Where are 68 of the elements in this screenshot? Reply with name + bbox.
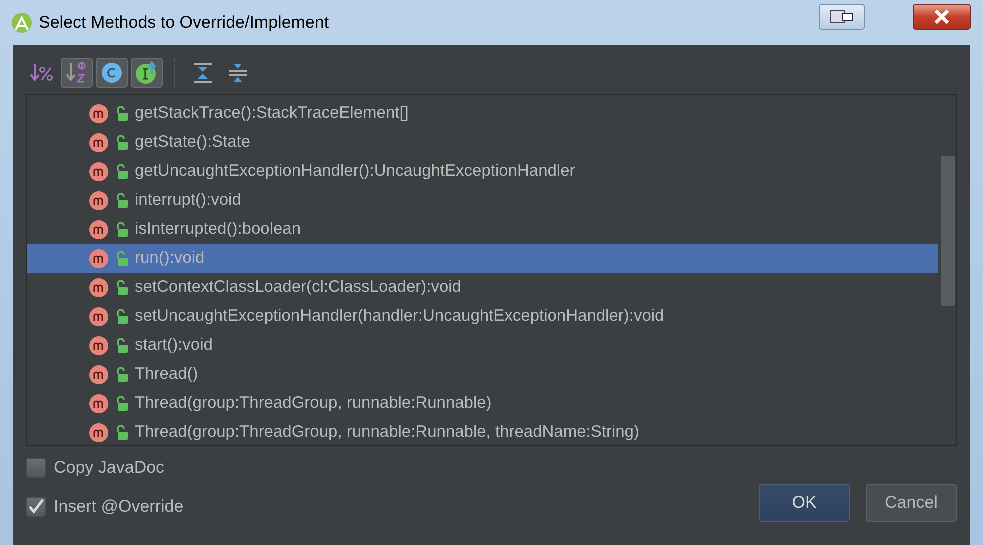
unlocked-icon [115,192,129,208]
method-icon [89,278,109,298]
method-item[interactable]: setContextClassLoader(cl:ClassLoader):void [27,273,938,302]
method-item[interactable]: Thread(group:ThreadGroup, runnable:Runnable) [27,389,938,418]
method-label: setUncaughtExceptionHandler(handler:UncaughtExceptionHandler):void [135,307,664,326]
method-icon [89,132,109,152]
unlocked-icon [115,250,129,266]
cancel-button[interactable]: Cancel [866,484,957,522]
method-item[interactable]: Thread(group:ThreadGroup, runnable:Runnable, threadName:String) [27,418,938,445]
method-icon [89,190,109,210]
method-icon [89,336,109,356]
sort-alpha-icon [65,61,89,85]
ok-button[interactable]: OK [759,484,850,522]
method-label: Thread() [135,365,198,384]
method-item[interactable]: setUncaughtExceptionHandler(handler:UncaughtExceptionHandler):void [27,302,938,331]
method-item[interactable]: isInterrupted():boolean [27,215,938,244]
method-label: isInterrupted():boolean [135,220,302,239]
unlocked-icon [115,396,129,412]
method-item[interactable]: getState():State [27,128,938,157]
method-item[interactable]: interrupt():void [27,186,938,215]
unlocked-icon [115,164,129,180]
method-icon [89,104,109,124]
restore-button[interactable] [819,4,865,30]
toolbar-toggle[interactable] [96,58,128,88]
checkbox-label: Copy JavaDoc [54,458,165,478]
method-label: interrupt():void [135,191,242,210]
method-label: getStackTrace():StackTraceElement[] [135,104,409,123]
unlocked-icon [115,308,129,324]
window-title: Select Methods to Override/Implement [39,12,330,32]
unlocked-icon [115,338,129,354]
checkbox[interactable] [26,497,46,517]
method-icon [89,220,109,240]
method-item[interactable]: getStackTrace():StackTraceElement[] [27,99,938,128]
method-icon [89,364,109,384]
method-icon [89,394,109,414]
scrollbar-thumb[interactable] [941,156,955,306]
class-icon [101,62,123,84]
unlocked-icon [115,424,129,440]
unlocked-icon [115,366,129,382]
restore-icon [830,10,854,24]
android-icon [11,12,33,34]
unlocked-icon [115,222,129,238]
method-label: start():void [135,336,213,355]
method-label: getUncaughtExceptionHandler():UncaughtExceptionHandler [135,162,576,181]
unlocked-icon [115,280,129,296]
toolbar-toggle[interactable] [131,58,163,88]
close-button[interactable] [913,4,971,30]
method-item[interactable]: getUncaughtExceptionHandler():UncaughtExceptionHandler [27,157,938,186]
method-label: Thread(group:ThreadGroup, runnable:Runnable) [135,394,492,413]
method-icon [89,422,109,442]
interface-icon [135,61,159,85]
method-label: getState():State [135,133,251,152]
method-icon [89,248,109,268]
method-label: Thread(group:ThreadGroup, runnable:Runnable, threadName:String) [135,423,640,442]
checkbox-label: Insert @Override [54,497,184,517]
method-icon [89,162,109,182]
unlocked-icon [115,134,129,150]
toolbar-toggle[interactable] [61,58,93,88]
method-label: run():void [135,249,205,268]
unlocked-icon [115,106,129,122]
method-icon [89,306,109,326]
checkbox[interactable] [26,458,46,478]
method-item[interactable]: start():void [27,331,938,360]
sort-percent-icon [30,62,54,84]
collapse-all-icon [228,62,248,84]
method-item[interactable]: Thread() [27,360,938,389]
expand-all-icon [193,62,213,84]
method-label: setContextClassLoader(cl:ClassLoader):void [135,278,462,297]
